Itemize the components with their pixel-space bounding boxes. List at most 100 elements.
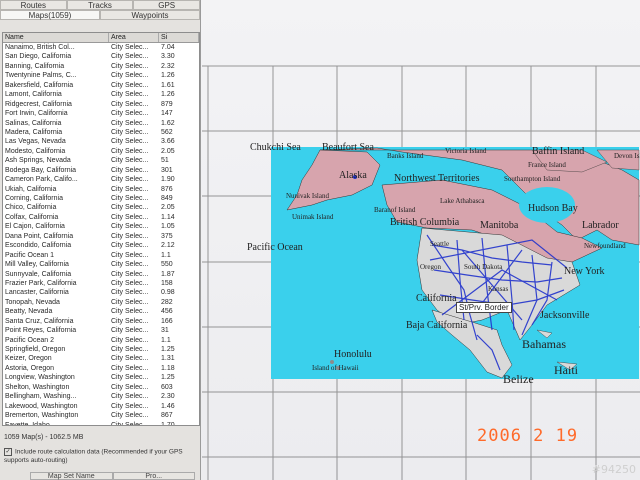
list-item[interactable]: Springfield, Oregon City Selec... 1.25 bbox=[3, 345, 199, 354]
map-area: City Selec... bbox=[111, 53, 149, 61]
map-area: City Selec... bbox=[111, 289, 149, 297]
map-area: City Selec... bbox=[111, 166, 149, 174]
map-name: Beatty, Nevada bbox=[5, 308, 53, 316]
map-area: City Selec... bbox=[111, 195, 149, 202]
map-size: 3.66 bbox=[161, 138, 175, 146]
list-item[interactable]: Tonopah, Nevada City Selec... 282 bbox=[3, 298, 199, 307]
list-item[interactable]: Banning, California City Selec... 2.32 bbox=[3, 62, 199, 71]
list-item[interactable]: Salinas, California City Selec... 1.62 bbox=[3, 119, 199, 128]
tab-tracks[interactable]: Tracks bbox=[66, 0, 134, 10]
map-name: Pacific Ocean 2 bbox=[5, 336, 55, 344]
list-item[interactable]: Fayette, Idaho City Selec... 1.70 bbox=[3, 421, 199, 426]
map-size: 603 bbox=[161, 383, 173, 391]
list-item[interactable]: Lakewood, Washington City Selec... 1.46 bbox=[3, 402, 199, 411]
top-tab-row: Routes Tracks GPS bbox=[0, 0, 201, 10]
label-new-york: New York bbox=[564, 266, 605, 277]
label-bahamas: Bahamas bbox=[522, 337, 566, 351]
map-area: City Selec... bbox=[111, 242, 149, 250]
list-item[interactable]: Santa Cruz, California City Selec... 166 bbox=[3, 317, 199, 326]
list-item[interactable]: El Cajon, California City Selec... 1.05 bbox=[3, 222, 199, 231]
map-size: 879 bbox=[161, 100, 173, 108]
label-unimak-island: Unimak Island bbox=[292, 213, 334, 221]
label-devon-island: Devon Island bbox=[614, 152, 640, 160]
list-item[interactable]: San Diego, California City Selec... 3.30 bbox=[3, 52, 199, 61]
map-area: City Selec... bbox=[111, 147, 149, 155]
map-view[interactable]: Chukchi Sea Beaufort Sea Alaska Northwes… bbox=[202, 0, 640, 480]
list-item[interactable]: Ash Springs, Nevada City Selec... 51 bbox=[3, 156, 199, 165]
map-area: City Selec... bbox=[111, 383, 149, 391]
map-size: 1.62 bbox=[161, 119, 175, 127]
label-france-island: France Island bbox=[528, 161, 566, 169]
list-item[interactable]: Point Reyes, California City Selec... 31 bbox=[3, 326, 199, 335]
tab-product[interactable]: Pro... bbox=[112, 472, 195, 480]
list-item[interactable]: Madera, California City Selec... 562 bbox=[3, 128, 199, 137]
list-item[interactable]: Keizer, Oregon City Selec... 1.31 bbox=[3, 354, 199, 363]
list-item[interactable]: Chico, California City Selec... 2.05 bbox=[3, 203, 199, 212]
label-baja-california: Baja California bbox=[406, 320, 468, 331]
list-item[interactable]: Ridgecrest, California City Selec... 879 bbox=[3, 100, 199, 109]
list-item[interactable]: Dana Point, California City Selec... 375 bbox=[3, 232, 199, 241]
map-name: Twentynine Palms, C... bbox=[5, 72, 77, 80]
map-size: 1.31 bbox=[161, 355, 175, 363]
list-item[interactable]: Frazier Park, California City Selec... 158 bbox=[3, 279, 199, 288]
tab-waypoints[interactable]: Waypoints bbox=[100, 10, 200, 20]
list-item[interactable]: Beatty, Nevada City Selec... 456 bbox=[3, 307, 199, 316]
list-item[interactable]: Colfax, California City Selec... 1.14 bbox=[3, 213, 199, 222]
list-item[interactable]: Sunnyvale, California City Selec... 1.87 bbox=[3, 270, 199, 279]
list-item[interactable]: Nanaimo, British Col... City Selec... 7.04 bbox=[3, 43, 199, 52]
map-name: Dana Point, California bbox=[5, 232, 74, 240]
map-area: City Selec... bbox=[111, 393, 149, 401]
tab-maps[interactable]: Maps(1059) bbox=[0, 10, 100, 20]
map-list[interactable]: Name Area Si Nanaimo, British Col... City… bbox=[2, 32, 200, 426]
map-size: 456 bbox=[161, 308, 173, 316]
column-header-size[interactable]: Si bbox=[159, 33, 199, 42]
map-area: City Selec... bbox=[111, 317, 149, 325]
list-item[interactable]: Ukiah, California City Selec... 876 bbox=[3, 185, 199, 194]
list-item[interactable]: Corning, California City Selec... 849 bbox=[3, 194, 199, 203]
list-item[interactable]: Escondido, California City Selec... 2.12 bbox=[3, 241, 199, 250]
map-name: Madera, California bbox=[5, 128, 63, 136]
list-item[interactable]: Shelton, Washington City Selec... 603 bbox=[3, 383, 199, 392]
route-data-option[interactable]: ✓ Include route calculation data (Recomme… bbox=[4, 448, 196, 465]
map-name: Santa Cruz, California bbox=[5, 317, 74, 325]
column-header-name[interactable]: Name bbox=[3, 33, 109, 42]
list-item[interactable]: Pacific Ocean 2 City Selec... 1.1 bbox=[3, 336, 199, 345]
map-name: Ash Springs, Nevada bbox=[5, 157, 71, 165]
list-item[interactable]: Longview, Washington City Selec... 1.25 bbox=[3, 373, 199, 382]
map-size: 31 bbox=[161, 327, 169, 335]
list-item[interactable]: Pacific Ocean 1 City Selec... 1.1 bbox=[3, 251, 199, 260]
route-data-checkbox[interactable]: ✓ bbox=[4, 448, 12, 456]
list-item[interactable]: Lamont, California City Selec... 1.26 bbox=[3, 90, 199, 99]
list-item[interactable]: Twentynine Palms, C... City Selec... 1.26 bbox=[3, 71, 199, 80]
map-name: Tonopah, Nevada bbox=[5, 298, 60, 306]
list-item[interactable]: Modesto, California City Selec... 2.05 bbox=[3, 147, 199, 156]
label-belize: Belize bbox=[503, 372, 534, 386]
list-item[interactable]: Astoria, Oregon City Selec... 1.18 bbox=[3, 364, 199, 373]
map-name: Lamont, California bbox=[5, 91, 62, 99]
map-area: City Selec... bbox=[111, 128, 149, 136]
map-area: City Selec... bbox=[111, 308, 149, 316]
list-item[interactable]: Mill Valley, California City Selec... 550 bbox=[3, 260, 199, 269]
tab-map-set-name[interactable]: Map Set Name bbox=[30, 472, 113, 480]
map-size: 3.30 bbox=[161, 53, 175, 61]
list-item[interactable]: Las Vegas, Nevada City Selec... 3.66 bbox=[3, 137, 199, 146]
map-size: 1.14 bbox=[161, 213, 175, 221]
label-pacific-ocean: Pacific Ocean bbox=[247, 242, 303, 253]
list-item[interactable]: Bellingham, Washing... City Selec... 2.30 bbox=[3, 392, 199, 401]
list-item[interactable]: Fort Irwin, California City Selec... 147 bbox=[3, 109, 199, 118]
map-size: 1.25 bbox=[161, 374, 175, 382]
list-item[interactable]: Bremerton, Washington City Selec... 867 bbox=[3, 411, 199, 420]
map-size: 51 bbox=[161, 157, 169, 165]
list-item[interactable]: Bodega Bay, California City Selec... 301 bbox=[3, 166, 199, 175]
map-size: 375 bbox=[161, 232, 173, 240]
tab-routes[interactable]: Routes bbox=[0, 0, 67, 10]
list-item[interactable]: Bakersfield, California City Selec... 1.61 bbox=[3, 81, 199, 90]
list-item[interactable]: Cameron Park, Califo... City Selec... 1.90 bbox=[3, 175, 199, 184]
map-size: 867 bbox=[161, 412, 173, 420]
map-name: Banning, California bbox=[5, 62, 65, 70]
label-manitoba: Manitoba bbox=[480, 220, 519, 231]
map-size: 876 bbox=[161, 185, 173, 193]
column-header-area[interactable]: Area bbox=[109, 33, 159, 42]
tab-gps[interactable]: GPS bbox=[133, 0, 201, 10]
list-item[interactable]: Lancaster, California City Selec... 0.98 bbox=[3, 288, 199, 297]
